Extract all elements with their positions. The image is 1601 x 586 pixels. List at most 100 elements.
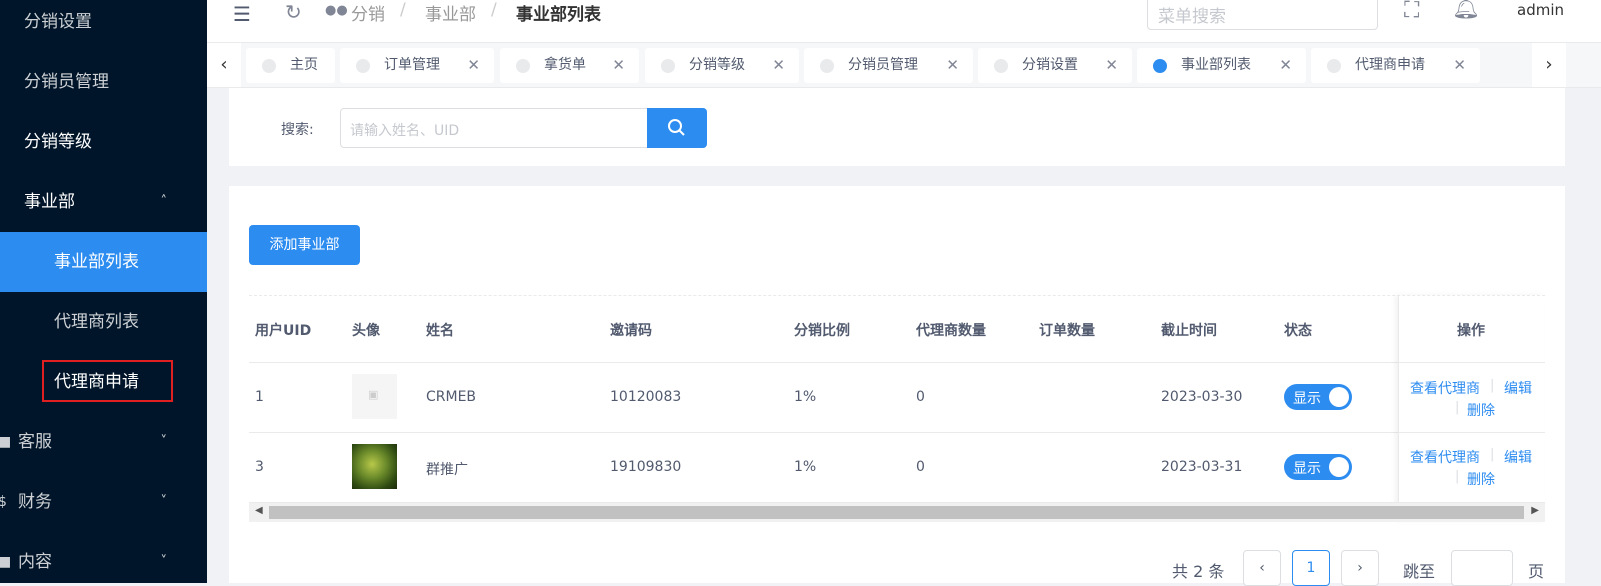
status-toggle-label: 显示 <box>1293 461 1321 477</box>
delete-link[interactable]: 删除 <box>1467 400 1495 420</box>
action-divider: | <box>1490 447 1495 462</box>
tabs-scroll-left[interactable]: ‹ <box>207 43 241 87</box>
close-icon[interactable]: ✕ <box>946 48 959 83</box>
scrollbar-thumb[interactable] <box>269 506 1524 519</box>
status-toggle[interactable]: 显示 <box>1284 384 1352 410</box>
fullscreen-icon[interactable]: ⛶ <box>1404 0 1419 23</box>
tab-status-dot <box>1327 59 1341 73</box>
sidebar-item-label: 客服 <box>18 432 52 452</box>
search-button[interactable] <box>647 108 707 148</box>
action-divider: | <box>1455 469 1460 484</box>
close-icon[interactable]: ✕ <box>612 48 625 83</box>
jump-label: 跳至 <box>1403 562 1436 581</box>
menu-search-placeholder: 菜单搜索 <box>1158 7 1226 27</box>
toggle-knob <box>1329 387 1349 407</box>
sidebar-item-label: 分销设置 <box>24 12 92 32</box>
chevron-right-icon: › <box>1357 560 1363 576</box>
close-icon[interactable]: ✕ <box>467 48 480 83</box>
edit-link[interactable]: 编辑 <box>1504 447 1532 467</box>
tab-division-list[interactable]: 事业部列表 ✕ <box>1137 48 1306 83</box>
sidebar-item-distributor-management[interactable]: 分销员管理 <box>0 52 207 112</box>
breadcrumb-current: 事业部列表 <box>516 5 601 25</box>
horizontal-scrollbar[interactable]: ◀ ▶ <box>249 502 1545 522</box>
sidebar-item-division-list[interactable]: 事业部列表 <box>0 232 207 292</box>
menu-fold-icon[interactable]: ☰ <box>233 2 251 26</box>
sidebar-item-agent-list[interactable]: 代理商列表 <box>0 292 207 352</box>
column-header-agent-count: 代理商数量 <box>916 323 986 339</box>
tab-pickup-order[interactable]: 拿货单 ✕ <box>500 48 639 83</box>
next-page-button[interactable]: › <box>1341 550 1379 586</box>
sidebar-item-division[interactable]: 事业部 ˄ <box>0 172 207 232</box>
status-toggle-label: 显示 <box>1293 391 1321 407</box>
close-icon[interactable]: ✕ <box>772 48 785 83</box>
column-header-actions: 操作 <box>1457 323 1485 339</box>
chevron-left-icon: ‹ <box>1259 560 1265 576</box>
tabs-scroll-right[interactable]: › <box>1532 43 1566 87</box>
column-header-deadline: 截止时间 <box>1161 323 1217 339</box>
avatar[interactable]: ▣ <box>352 374 397 419</box>
top-header: ☰ ↻ ●● 分销 / 事业部 / 事业部列表 菜单搜索 ⛶ 🔔︎ admin <box>207 0 1601 42</box>
sidebar-item-finance[interactable]: $ 财务 ˅ <box>0 472 207 532</box>
refresh-icon[interactable]: ↻ <box>285 0 302 24</box>
action-divider: | <box>1490 378 1495 393</box>
cell-deadline: 2023-03-30 <box>1161 389 1243 405</box>
cell-uid: 1 <box>255 389 264 405</box>
chevron-down-icon: ˅ <box>160 554 168 569</box>
page-number[interactable]: 1 <box>1292 550 1330 586</box>
breadcrumb-item[interactable]: 事业部 <box>425 0 476 25</box>
scroll-right-arrow-icon[interactable]: ▶ <box>1531 505 1539 516</box>
search-card: 搜索: 请输入姓名、UID <box>229 88 1565 166</box>
close-icon[interactable]: ✕ <box>1279 48 1292 83</box>
sidebar-item-distribution-level[interactable]: 分销等级 <box>0 112 207 172</box>
tab-agent-application[interactable]: 代理商申请 ✕ <box>1311 48 1480 83</box>
tab-status-dot <box>516 59 530 73</box>
tab-distribution-settings[interactable]: 分销设置 ✕ <box>978 48 1132 83</box>
view-agents-link[interactable]: 查看代理商 <box>1410 447 1480 467</box>
tab-status-dot <box>820 59 834 73</box>
dollar-icon: $ <box>0 494 7 510</box>
bell-icon[interactable]: 🔔︎ <box>1452 0 1480 21</box>
chevron-down-icon: ˅ <box>160 494 168 509</box>
delete-link[interactable]: 删除 <box>1467 469 1495 489</box>
chevron-down-icon: ˅ <box>160 434 168 449</box>
sidebar-item-distribution-settings[interactable]: 分销设置 <box>0 0 207 52</box>
menu-search-input[interactable]: 菜单搜索 <box>1147 0 1378 30</box>
edit-link[interactable]: 编辑 <box>1504 378 1532 398</box>
close-icon[interactable]: ✕ <box>1105 48 1118 83</box>
tab-label: 分销等级 <box>689 57 745 73</box>
chevron-right-icon: › <box>1545 54 1553 75</box>
sidebar-item-label: 分销员管理 <box>24 72 109 92</box>
tab-home[interactable]: 主页 <box>246 48 335 83</box>
tab-distributor-management[interactable]: 分销员管理 ✕ <box>804 48 973 83</box>
scroll-left-arrow-icon[interactable]: ◀ <box>255 505 263 516</box>
user-name[interactable]: admin <box>1517 1 1564 19</box>
table-top-border <box>249 295 1545 296</box>
view-agents-link[interactable]: 查看代理商 <box>1410 378 1480 398</box>
sidebar: 分销设置 分销员管理 分销等级 事业部 ˄ 事业部列表 代理商列表 代理商申请 ■… <box>0 0 207 583</box>
add-division-button[interactable]: 添加事业部 <box>249 225 360 265</box>
avatar[interactable] <box>352 444 397 489</box>
tab-label: 拿货单 <box>544 57 586 73</box>
close-icon[interactable]: ✕ <box>1453 48 1466 83</box>
sidebar-item-customer-service[interactable]: ■ 客服 ˅ <box>0 412 207 472</box>
tabs-bar: ‹ 主页 订单管理 ✕ 拿货单 ✕ 分销等级 ✕ 分销员管理 ✕ 分销设置 ✕ 事业部列表… <box>207 42 1601 88</box>
status-toggle[interactable]: 显示 <box>1284 454 1352 480</box>
sidebar-item-label: 事业部列表 <box>54 252 139 272</box>
sidebar-item-content[interactable]: ■ 内容 ˅ <box>0 532 207 583</box>
tab-label: 订单管理 <box>384 57 440 73</box>
column-header-avatar: 头像 <box>352 323 380 339</box>
sidebar-item-label: 分销等级 <box>24 132 92 152</box>
search-input[interactable]: 请输入姓名、UID <box>340 108 648 148</box>
tab-label: 代理商申请 <box>1355 57 1425 73</box>
jump-page-input[interactable] <box>1451 550 1513 586</box>
tab-order-management[interactable]: 订单管理 ✕ <box>340 48 494 83</box>
search-placeholder: 请输入姓名、UID <box>350 123 460 139</box>
cell-agent-count: 0 <box>916 389 925 405</box>
tab-label: 事业部列表 <box>1181 57 1251 73</box>
breadcrumb-item[interactable]: 分销 <box>351 0 385 25</box>
image-placeholder-icon: ▣ <box>368 388 379 401</box>
tab-distribution-level[interactable]: 分销等级 ✕ <box>645 48 799 83</box>
prev-page-button[interactable]: ‹ <box>1243 550 1281 586</box>
tab-status-dot <box>356 59 370 73</box>
breadcrumb-separator: / <box>491 0 497 20</box>
